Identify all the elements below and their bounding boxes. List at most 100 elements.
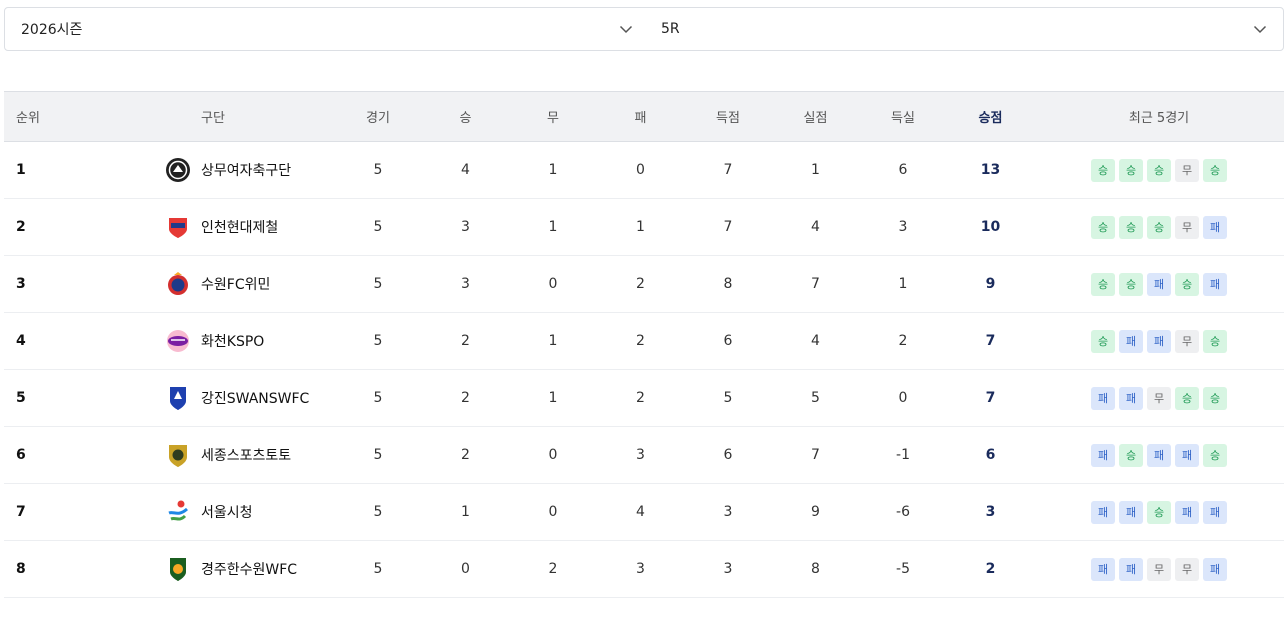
club-cell[interactable]: 상무여자축구단 (79, 157, 334, 183)
form-badge: 패 (1119, 329, 1143, 353)
draws-cell: 1 (548, 390, 558, 406)
form-badge: 무 (1175, 329, 1199, 353)
draws-cell: 1 (548, 219, 558, 235)
table-row[interactable]: 7 서울시청 5 1 0 4 3 9 -6 3 패 패 승 패 패 (4, 484, 1284, 541)
club-cell[interactable]: 화천KSPO (79, 328, 334, 354)
form-badge: 승 (1119, 272, 1143, 296)
draws-cell: 1 (548, 333, 558, 349)
form-badge: 패 (1147, 329, 1171, 353)
points-cell: 2 (985, 561, 996, 577)
table-row[interactable]: 5 강진SWANSWFC 5 2 1 2 5 5 0 7 패 패 무 승 승 (4, 370, 1284, 427)
header-goals-for: 득점 (684, 91, 772, 142)
losses-cell: 3 (636, 447, 645, 463)
form-badge: 패 (1147, 272, 1171, 296)
form-badge: 승 (1175, 272, 1199, 296)
losses-cell: 1 (636, 219, 645, 235)
goal-diff-cell: 3 (898, 219, 908, 235)
recent-form: 승승승무승 (1034, 158, 1284, 182)
form-badge: 패 (1091, 557, 1115, 581)
played-cell: 5 (373, 504, 383, 520)
form-badge: 패 (1119, 386, 1143, 410)
header-goal-diff: 득실 (859, 91, 947, 142)
rank-cell: 7 (16, 504, 26, 520)
header-rank: 순위 (4, 91, 79, 142)
club-name: 세종스포츠토토 (201, 448, 292, 464)
goals-for-cell: 8 (723, 276, 733, 292)
filter-bar: 2026시즌 5R (4, 7, 1284, 51)
points-cell: 10 (980, 219, 1001, 235)
recent-form: 패패승패패 (1034, 500, 1284, 524)
club-cell[interactable]: 세종스포츠토토 (79, 442, 334, 468)
form-badge: 무 (1147, 386, 1171, 410)
points-cell: 3 (985, 504, 996, 520)
goals-against-cell: 1 (811, 162, 820, 178)
form-badge: 승 (1147, 215, 1171, 239)
table-header-row: 순위 구단 경기 승 무 패 득점 실점 득실 승점 최근 5경기 (4, 91, 1284, 142)
wins-cell: 3 (461, 219, 470, 235)
points-cell: 7 (985, 390, 996, 406)
form-badge: 패 (1203, 215, 1227, 239)
header-played: 경기 (334, 91, 422, 142)
hwacheon-logo-icon (167, 330, 189, 352)
recent-form: 패패무무패 (1034, 557, 1284, 581)
form-badge: 승 (1147, 500, 1171, 524)
draws-cell: 1 (548, 162, 558, 178)
club-cell[interactable]: 경주한수원WFC (79, 556, 334, 582)
sangmu-logo-icon (166, 158, 190, 182)
club-cell[interactable]: 수원FC위민 (79, 271, 334, 297)
club-cell[interactable]: 강진SWANSWFC (79, 385, 334, 411)
draws-cell: 0 (548, 447, 558, 463)
played-cell: 5 (373, 447, 383, 463)
table-row[interactable]: 3 수원FC위민 5 3 0 2 8 7 1 9 승 승 패 승 패 (4, 256, 1284, 313)
played-cell: 5 (373, 276, 383, 292)
played-cell: 5 (373, 390, 383, 406)
goals-for-cell: 5 (723, 390, 733, 406)
seoul-logo-icon (168, 500, 188, 521)
form-badge: 승 (1119, 215, 1143, 239)
form-badge: 승 (1091, 158, 1115, 182)
rank-cell: 2 (16, 219, 26, 235)
goal-diff-cell: 6 (898, 162, 908, 178)
recent-form: 승승패승패 (1034, 272, 1284, 296)
club-name: 인천현대제철 (201, 220, 279, 236)
losses-cell: 4 (636, 504, 645, 520)
table-row[interactable]: 2 인천현대제철 5 3 1 1 7 4 3 10 승 승 승 무 패 (4, 199, 1284, 256)
form-badge: 승 (1091, 329, 1115, 353)
form-badge: 패 (1203, 272, 1227, 296)
points-cell: 9 (985, 276, 996, 292)
played-cell: 5 (373, 333, 383, 349)
table-row[interactable]: 4 화천KSPO 5 2 1 2 6 4 2 7 승 패 패 무 승 (4, 313, 1284, 370)
gyeongju-logo-icon (170, 558, 186, 581)
header-wins: 승 (422, 91, 509, 142)
season-select[interactable]: 2026시즌 (5, 8, 645, 50)
losses-cell: 0 (636, 162, 645, 178)
goals-for-cell: 3 (723, 504, 733, 520)
draws-cell: 0 (548, 504, 558, 520)
goals-against-cell: 4 (811, 219, 820, 235)
form-badge: 승 (1119, 158, 1143, 182)
draws-cell: 2 (548, 561, 558, 577)
table-row[interactable]: 6 세종스포츠토토 5 2 0 3 6 7 -1 6 패 승 패 패 승 (4, 427, 1284, 484)
club-name: 화천KSPO (201, 334, 265, 350)
goals-against-cell: 5 (811, 390, 820, 406)
chevron-down-icon (1253, 25, 1267, 34)
round-select[interactable]: 5R (645, 8, 1283, 50)
points-cell: 7 (985, 333, 996, 349)
goals-for-cell: 3 (723, 561, 733, 577)
goal-diff-cell: 1 (898, 276, 908, 292)
form-badge: 승 (1203, 386, 1227, 410)
club-cell[interactable]: 인천현대제철 (79, 214, 334, 240)
played-cell: 5 (373, 219, 383, 235)
goals-against-cell: 7 (811, 447, 820, 463)
form-badge: 승 (1147, 158, 1171, 182)
form-badge: 패 (1091, 443, 1115, 467)
goals-for-cell: 6 (723, 447, 733, 463)
header-goals-against: 실점 (772, 91, 859, 142)
table-row[interactable]: 1 상무여자축구단 5 4 1 0 7 1 6 13 승 승 승 무 승 (4, 142, 1284, 199)
table-row[interactable]: 8 경주한수원WFC 5 0 2 3 3 8 -5 2 패 패 무 무 패 (4, 541, 1284, 598)
form-badge: 무 (1175, 557, 1199, 581)
goal-diff-cell: -1 (896, 447, 910, 463)
club-cell[interactable]: 서울시청 (79, 499, 334, 525)
wins-cell: 0 (461, 561, 470, 577)
goals-against-cell: 8 (811, 561, 820, 577)
